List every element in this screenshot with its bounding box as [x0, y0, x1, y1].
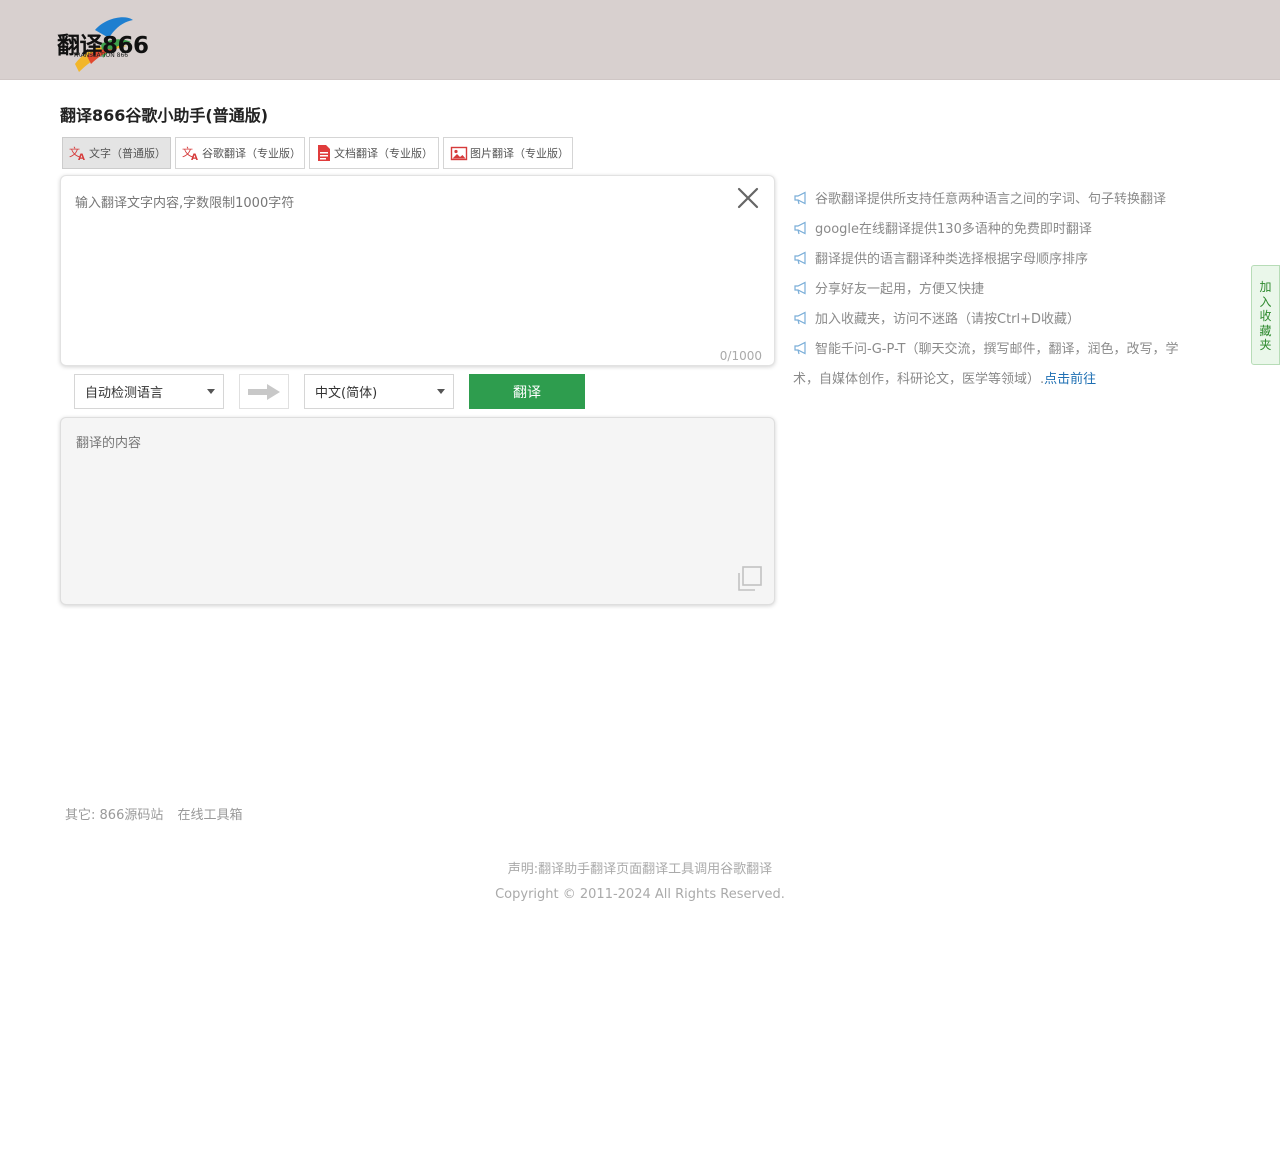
arrow-right-icon [248, 383, 280, 400]
megaphone-icon [794, 251, 806, 265]
tip-text: 翻译提供的语言翻译种类选择根据字母顺序排序 [815, 252, 1089, 267]
add-bookmark-button[interactable]: 加 入 收 藏 夹 [1251, 265, 1280, 365]
tab-image-pro[interactable]: 图片翻译（专业版） [443, 137, 573, 169]
tip-text: 加入收藏夹，访问不迷路（请按Ctrl+D收藏） [815, 312, 1081, 327]
source-text-panel: 0/1000 [60, 175, 775, 366]
tip-item: 智能千问-G-P-T（聊天交流，撰写邮件，翻译，润色，改写，学术，自媒体创作，科… [793, 335, 1188, 395]
megaphone-icon [794, 221, 806, 235]
target-language-value: 中文(简体) [315, 386, 378, 401]
copy-icon[interactable] [734, 564, 764, 594]
tip-text: 分享好友一起用，方便又快捷 [815, 282, 985, 297]
translate-icon: 文 A [69, 145, 85, 161]
char-counter: 0/1000 [719, 349, 762, 363]
tip-text: 智能千问-G-P-T（聊天交流，撰写邮件，翻译，润色，改写，学术，自媒体创作，科… [793, 342, 1179, 387]
tip-text: 谷歌翻译提供所支持任意两种语言之间的字词、句子转换翻译 [815, 192, 1167, 207]
bookmark-char: 藏 [1259, 323, 1272, 338]
tab-label: 文字（普通版） [89, 147, 166, 160]
clear-icon[interactable] [736, 186, 760, 210]
tab-text-basic[interactable]: 文 A 文字（普通版） [62, 137, 171, 169]
bookmark-char: 入 [1259, 294, 1272, 309]
target-language-select[interactable]: 中文(简体) [304, 374, 454, 409]
link-866-source[interactable]: 866源码站 [100, 808, 164, 823]
tab-google-pro[interactable]: 文 A 谷歌翻译（专业版） [175, 137, 305, 169]
tip-item: 翻译提供的语言翻译种类选择根据字母顺序排序 [793, 245, 1188, 275]
tab-label: 文档翻译（专业版） [334, 147, 433, 160]
svg-text:A: A [191, 153, 198, 161]
swap-languages-button[interactable] [239, 374, 289, 409]
tip-item: 分享好友一起用，方便又快捷 [793, 275, 1188, 305]
other-links: 其它: 866源码站 在线工具箱 [65, 804, 253, 823]
source-language-select[interactable]: 自动检测语言 [74, 374, 224, 409]
bookmark-char: 夹 [1259, 338, 1272, 352]
links-prefix: 其它: [65, 808, 96, 823]
logo-subtext: TRANSLATION 866 [73, 52, 129, 59]
tab-label: 谷歌翻译（专业版） [202, 147, 301, 160]
footer-copyright: Copyright © 2011-2024 All Rights Reserve… [495, 887, 785, 902]
megaphone-icon [794, 191, 806, 205]
image-icon [450, 146, 468, 161]
source-text-input[interactable] [75, 192, 715, 342]
output-placeholder: 翻译的内容 [76, 436, 142, 451]
svg-text:A: A [78, 153, 85, 161]
tip-item: google在线翻译提供130多语种的免费即时翻译 [793, 215, 1188, 245]
megaphone-icon [794, 281, 806, 295]
site-footer: 声明:翻译助手翻译页面翻译工具调用谷歌翻译 Copyright © 2011-2… [0, 857, 1280, 907]
footer-statement: 声明:翻译助手翻译页面翻译工具调用谷歌翻译 [507, 862, 773, 877]
megaphone-icon [794, 311, 806, 325]
tab-label: 图片翻译（专业版） [470, 147, 569, 160]
tip-item: 加入收藏夹，访问不迷路（请按Ctrl+D收藏） [793, 305, 1188, 335]
page-title: 翻译866谷歌小助手(普通版) [60, 106, 269, 125]
bookmark-char: 收 [1259, 309, 1272, 323]
tip-item: 谷歌翻译提供所支持任意两种语言之间的字词、句子转换翻译 [793, 185, 1188, 215]
chevron-down-icon [437, 389, 445, 394]
site-header: 翻译866 TRANSLATION 866 [0, 0, 1280, 80]
translate-icon: 文 A [182, 145, 198, 161]
translation-output-panel: 翻译的内容 [60, 417, 775, 605]
source-language-value: 自动检测语言 [85, 386, 164, 401]
chevron-down-icon [207, 389, 215, 394]
tip-link[interactable]: 点击前往 [1044, 372, 1096, 387]
document-icon [318, 145, 330, 161]
mode-tabs: 文 A 文字（普通版） 文 A 谷歌翻译（专业版） 文档翻译（专业版） 图片翻译… [62, 137, 573, 169]
link-online-tools[interactable]: 在线工具箱 [178, 808, 243, 823]
tab-document-pro[interactable]: 文档翻译（专业版） [309, 137, 439, 169]
site-logo[interactable]: 翻译866 TRANSLATION 866 [57, 16, 149, 72]
translate-button[interactable]: 翻译 [469, 374, 585, 409]
tips-list: 谷歌翻译提供所支持任意两种语言之间的字词、句子转换翻译 google在线翻译提供… [793, 185, 1188, 395]
bookmark-char: 加 [1259, 280, 1272, 294]
megaphone-icon [794, 341, 806, 355]
tip-text: google在线翻译提供130多语种的免费即时翻译 [815, 222, 1092, 237]
